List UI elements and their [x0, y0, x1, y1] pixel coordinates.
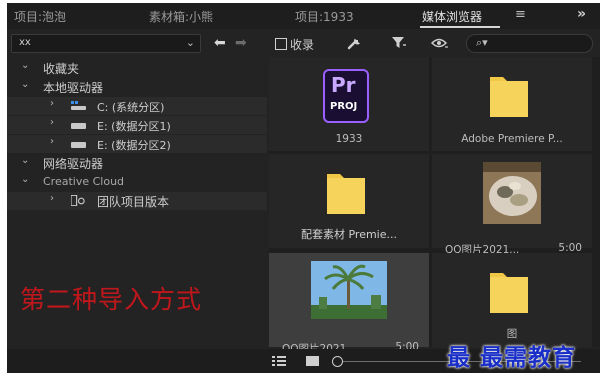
tutorial-caption: 第二种导入方式	[20, 285, 203, 314]
folder-icon	[490, 273, 528, 313]
tree-item-drive-e1[interactable]: › E: (数据分区1)	[7, 116, 267, 134]
tab-project-paopao[interactable]: 项目:泡泡	[14, 8, 66, 25]
zoom-slider-handle[interactable]	[332, 356, 343, 367]
tree-item-drive-c[interactable]: › C: (系统分区)	[7, 97, 267, 115]
chevron-down-icon[interactable]: ⌄	[21, 155, 29, 166]
folder-icon	[327, 174, 365, 214]
tree-item-label: 收藏夹	[43, 62, 80, 76]
media-browser-toolbar: xx ⌄ ⬅ ➡ 收录 ⌕▾	[7, 30, 600, 56]
tree-item-label: Creative Cloud	[43, 175, 125, 188]
icon-view-icon[interactable]	[306, 356, 319, 366]
back-arrow-icon[interactable]: ⬅	[214, 36, 226, 50]
tab-media-browser[interactable]: 媒体浏览器	[422, 8, 482, 25]
path-dropdown[interactable]: xx ⌄	[11, 34, 201, 53]
media-item-folder[interactable]: 图	[432, 253, 592, 347]
panel-tab-bar: 项目:泡泡 素材箱:小熊 项目:1933 媒体浏览器 ≡ »	[7, 3, 600, 29]
media-item-image-selected[interactable]: QQ图片2021... 5:00	[269, 253, 429, 355]
tree-item-label: 本地驱动器	[43, 81, 104, 95]
ingest-checkbox[interactable]: 收录	[275, 36, 314, 53]
media-item-folder[interactable]: 配套素材 Premie...	[269, 154, 429, 248]
list-view-icon[interactable]	[272, 356, 286, 367]
filter-icon[interactable]	[391, 36, 407, 50]
tree-item-label: 团队项目版本	[97, 195, 170, 209]
tree-item-label: E: (数据分区1)	[97, 120, 171, 133]
search-icon: ⌕▾	[476, 36, 488, 49]
team-project-icon	[71, 195, 85, 206]
double-chevron-right-icon[interactable]: »	[577, 6, 586, 22]
windows-drive-icon	[71, 101, 86, 110]
premiere-badge-text: Pr	[331, 73, 356, 97]
folder-icon	[490, 77, 528, 117]
active-tab-indicator	[420, 26, 500, 28]
chevron-right-icon[interactable]: ›	[50, 136, 54, 147]
hard-drive-icon	[71, 142, 86, 148]
tree-item-creative-cloud[interactable]: ⌄ Creative Cloud	[7, 173, 267, 191]
tree-item-favorites[interactable]: ⌄ 收藏夹	[7, 59, 267, 77]
chevron-right-icon[interactable]: ›	[50, 98, 54, 109]
tree-item-team-projects[interactable]: › 团队项目版本	[7, 192, 267, 210]
watermark: 最 最需教育	[447, 344, 577, 371]
wrench-icon[interactable]	[347, 36, 363, 50]
forward-arrow-icon[interactable]: ➡	[235, 36, 247, 50]
path-value: xx	[19, 37, 31, 48]
food-photo-thumbnail	[483, 162, 541, 224]
tree-item-drive-e2[interactable]: › E: (数据分区2)	[7, 135, 267, 153]
chevron-down-icon[interactable]: ⌄	[21, 60, 29, 71]
tree-item-label: 网络驱动器	[43, 157, 104, 171]
media-item-name: 1933	[335, 133, 363, 145]
chevron-right-icon[interactable]: ›	[50, 117, 54, 128]
media-item-project[interactable]: Pr PROJ 1933	[269, 57, 429, 151]
media-item-folder[interactable]: Adobe Premiere P...	[432, 57, 592, 151]
palm-tree-photo-thumbnail	[311, 261, 387, 319]
ingest-label: 收录	[290, 38, 315, 52]
tree-item-network-drives[interactable]: ⌄ 网络驱动器	[7, 154, 267, 172]
chevron-down-icon[interactable]: ⌄	[21, 174, 29, 185]
chevron-down-icon: ⌄	[185, 36, 195, 49]
hamburger-menu-icon[interactable]: ≡	[515, 7, 526, 22]
tab-bin-xiaoxiong[interactable]: 素材箱:小熊	[149, 8, 213, 25]
media-grid: Pr PROJ 1933 Adobe Premiere P... 配套素材 Pr…	[269, 57, 600, 355]
checkbox-icon	[275, 38, 287, 50]
tree-item-label: E: (数据分区2)	[97, 139, 171, 152]
media-item-name: Adobe Premiere P...	[461, 133, 563, 145]
media-item-image[interactable]: QQ图片2021... 5:00	[432, 154, 592, 256]
media-item-name: 配套素材 Premie...	[300, 228, 397, 241]
tree-item-label: C: (系统分区)	[97, 101, 165, 114]
tree-item-local-drives[interactable]: ⌄ 本地驱动器	[7, 78, 267, 96]
media-browser-panel: 项目:泡泡 素材箱:小熊 项目:1933 媒体浏览器 ≡ » xx ⌄ ⬅ ➡ …	[7, 3, 600, 373]
tab-project-1933[interactable]: 项目:1933	[295, 8, 354, 25]
eye-icon[interactable]	[431, 38, 449, 50]
chevron-down-icon[interactable]: ⌄	[21, 79, 29, 90]
search-input[interactable]: ⌕▾	[466, 34, 593, 53]
project-badge-text: PROJ	[330, 101, 358, 112]
chevron-right-icon[interactable]: ›	[50, 193, 54, 204]
hard-drive-icon	[71, 123, 86, 129]
